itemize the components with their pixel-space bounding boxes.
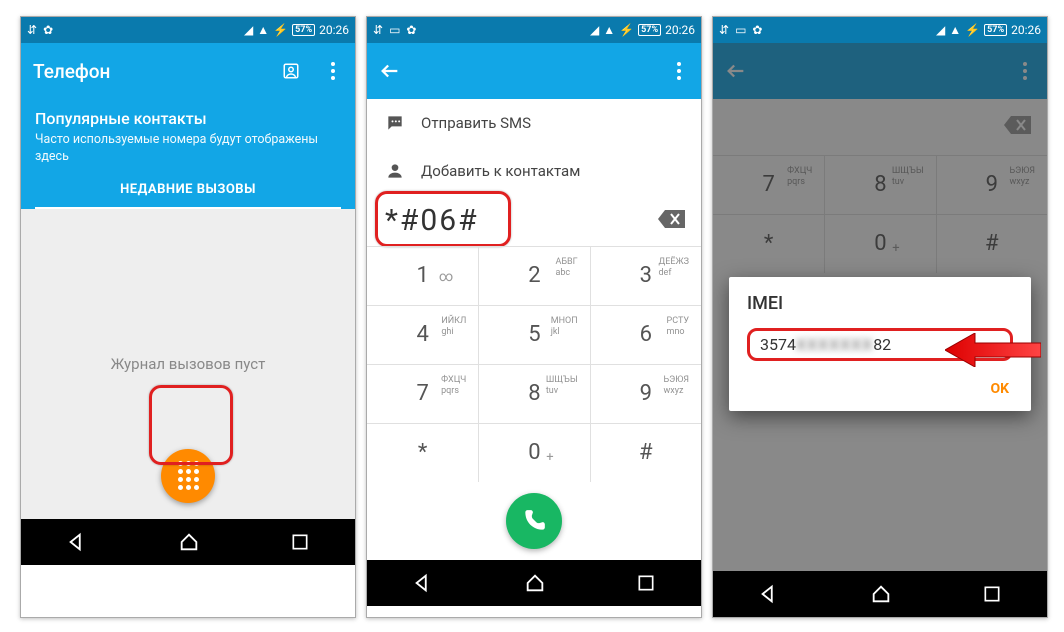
- wifi-icon: ◢: [936, 24, 945, 36]
- key-7[interactable]: 7ФХЦЧpqrs: [367, 364, 478, 423]
- nav-recents-icon[interactable]: [290, 532, 310, 552]
- contact-card-icon[interactable]: [281, 61, 301, 81]
- app-bar: Телефон: [21, 43, 355, 99]
- battery-indicator: 57%: [292, 24, 315, 36]
- charge-icon: ⚡: [273, 24, 288, 36]
- nav-home-icon[interactable]: [524, 572, 546, 594]
- debug-icon: ✿: [752, 24, 762, 36]
- entered-number: *#06#: [385, 203, 479, 238]
- more-icon[interactable]: [669, 61, 689, 81]
- key-1[interactable]: 1∞: [367, 246, 478, 305]
- wifi-icon: ◢: [590, 24, 599, 36]
- call-button[interactable]: [506, 493, 562, 549]
- dialer-actions: Отправить SMS Добавить к контактам: [367, 99, 701, 195]
- phone-screen-1: ⇵ ✿ ◢ ▲ ⚡ 57% 20:26 Телефон Популярные к…: [20, 16, 356, 618]
- annotation-arrow: [945, 333, 1041, 367]
- charge-icon: ⚡: [619, 24, 634, 36]
- app-title: Телефон: [33, 60, 110, 83]
- usb-icon: ⇵: [373, 24, 383, 36]
- signal-icon: ▲: [603, 24, 615, 36]
- key-6[interactable]: 6РСТУmno: [590, 305, 701, 364]
- clock: 20:26: [1011, 23, 1041, 37]
- dialpad-icon: [178, 461, 199, 490]
- key-3[interactable]: 3ДЕЁЖЗdef: [590, 246, 701, 305]
- key-2[interactable]: 2АБВГabc: [478, 246, 589, 305]
- add-contact-label: Добавить к контактам: [421, 162, 580, 180]
- clock: 20:26: [319, 23, 349, 37]
- key-8[interactable]: 8ШЩЪЫtuv: [478, 364, 589, 423]
- charge-icon: ⚡: [965, 24, 980, 36]
- empty-log-text: Журнал вызовов пуст: [111, 355, 266, 373]
- nav-bar: [713, 571, 1047, 617]
- debug-icon: ✿: [406, 24, 416, 36]
- sms-icon: [385, 113, 405, 133]
- key-9[interactable]: 9ЬЭЮЯwxyz: [590, 364, 701, 423]
- dialog-title: IMEI: [747, 293, 1013, 314]
- nav-back-icon[interactable]: [412, 572, 434, 594]
- phone-screen-2: ⇵ ▭ ✿ ◢ ▲ ⚡ 57% 20:26 Отправить SMS Доба…: [366, 16, 702, 618]
- key-5[interactable]: 5МНОПjkl: [478, 305, 589, 364]
- add-contact-action[interactable]: Добавить к контактам: [367, 147, 701, 195]
- screenshot-icon: ▭: [735, 24, 746, 36]
- battery-indicator: 57%: [638, 24, 661, 36]
- popular-heading: Популярные контакты: [35, 109, 341, 128]
- nav-recents-icon[interactable]: [636, 573, 656, 593]
- dialog-ok-button[interactable]: OK: [747, 375, 1013, 403]
- nav-back-icon[interactable]: [758, 583, 780, 605]
- nav-back-icon[interactable]: [66, 531, 88, 553]
- status-bar: ⇵ ▭ ✿ ◢ ▲ ⚡ 57% 20:26: [713, 17, 1047, 43]
- nav-bar: [21, 519, 355, 565]
- status-bar: ⇵ ▭ ✿ ◢ ▲ ⚡ 57% 20:26: [367, 17, 701, 43]
- wifi-icon: ◢: [244, 24, 253, 36]
- nav-bar: [367, 560, 701, 606]
- screenshot-icon: ▭: [389, 24, 400, 36]
- send-sms-label: Отправить SMS: [421, 114, 531, 132]
- backspace-icon[interactable]: [657, 208, 687, 234]
- call-log-area: Журнал вызовов пуст: [21, 209, 355, 519]
- add-contact-icon: [385, 161, 405, 181]
- imei-prefix: 3574: [760, 335, 796, 354]
- key-#[interactable]: #: [590, 423, 701, 482]
- battery-indicator: 57%: [984, 24, 1007, 36]
- signal-icon: ▲: [257, 24, 269, 36]
- signal-icon: ▲: [949, 24, 961, 36]
- key-4[interactable]: 4ИЙКЛghi: [367, 305, 478, 364]
- number-input-row: *#06#: [367, 195, 701, 246]
- popular-subtext: Часто используемые номера будут отображе…: [35, 132, 341, 166]
- nav-home-icon[interactable]: [178, 531, 200, 553]
- phone-screen-3: ⇵ ▭ ✿ ◢ ▲ ⚡ 57% 20:26 1∞2АБВГabc3ДЕЁЖЗde…: [712, 16, 1048, 618]
- imei-hidden: XXXXXXX: [796, 335, 873, 354]
- usb-icon: ⇵: [719, 24, 729, 36]
- status-bar: ⇵ ✿ ◢ ▲ ⚡ 57% 20:26: [21, 17, 355, 43]
- back-icon[interactable]: [379, 60, 401, 82]
- more-icon[interactable]: [323, 61, 343, 81]
- nav-home-icon[interactable]: [870, 583, 892, 605]
- clock: 20:26: [665, 23, 695, 37]
- recent-calls-tab[interactable]: НЕДАВНИЕ ВЫЗОВЫ: [35, 182, 341, 209]
- keypad: 1∞2АБВГabc3ДЕЁЖЗdef 4ИЙКЛghi5МНОПjkl6РСТУ…: [367, 246, 701, 482]
- popular-contacts-banner: Популярные контакты Часто используемые н…: [21, 99, 355, 209]
- send-sms-action[interactable]: Отправить SMS: [367, 99, 701, 147]
- app-bar: [367, 43, 701, 99]
- call-row: [367, 482, 701, 560]
- key-0[interactable]: 0+: [478, 423, 589, 482]
- key-*[interactable]: *: [367, 423, 478, 482]
- debug-icon: ✿: [43, 24, 53, 36]
- imei-suffix: 82: [873, 335, 891, 354]
- nav-recents-icon[interactable]: [982, 584, 1002, 604]
- usb-icon: ⇵: [27, 24, 37, 36]
- dialpad-fab[interactable]: [161, 449, 215, 503]
